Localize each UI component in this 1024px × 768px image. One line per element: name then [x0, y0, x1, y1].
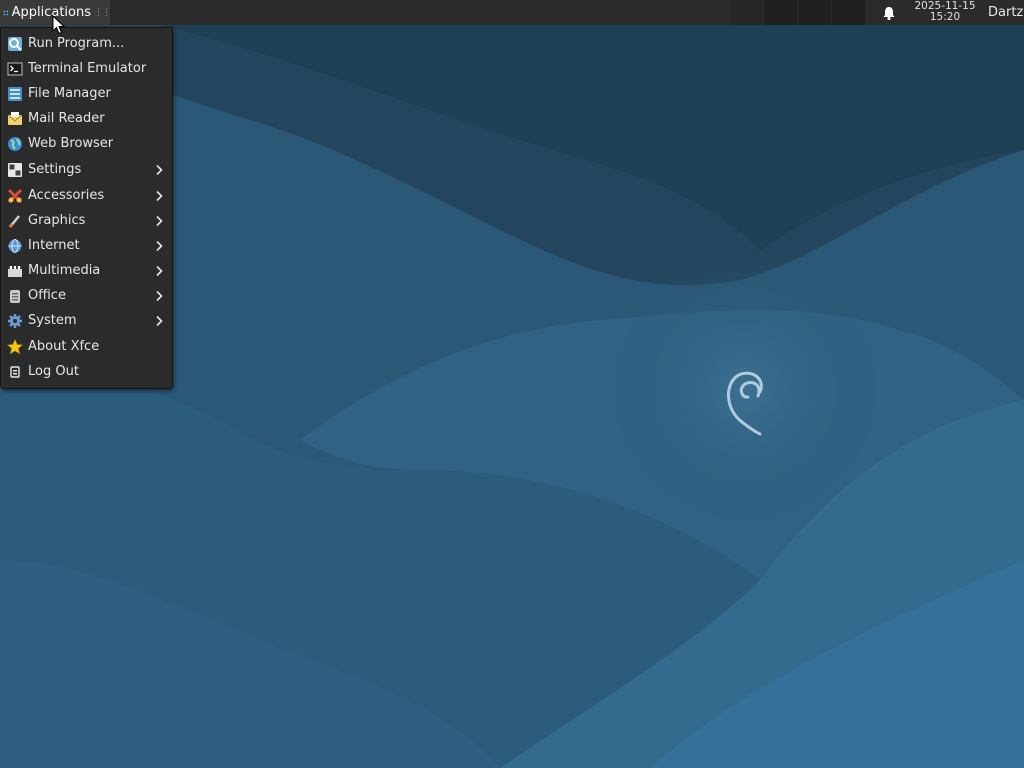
- mouse-cursor-icon: [52, 15, 66, 35]
- top-panel: Applications ⋮⋮ 2025-11-15 15:20 Dartz: [0, 0, 1024, 25]
- web-browser-icon: [8, 136, 22, 151]
- graphics-icon: [8, 214, 20, 228]
- menu-item-graphics[interactable]: Graphics: [1, 208, 172, 233]
- chevron-right-icon: [156, 265, 163, 276]
- internet-icon: [8, 238, 22, 253]
- menu-item-label: Office: [28, 288, 66, 303]
- menu-item-settings[interactable]: Settings: [1, 157, 172, 182]
- menu-item-mail-reader[interactable]: Mail Reader: [1, 106, 172, 131]
- menu-item-label: Graphics: [28, 213, 86, 228]
- chevron-right-icon: [156, 190, 163, 201]
- notification-bell-icon[interactable]: [881, 5, 897, 21]
- star-icon: [7, 338, 23, 354]
- xfce-logo-icon: [3, 10, 9, 15]
- chevron-right-icon: [156, 164, 163, 175]
- multimedia-icon: [8, 265, 22, 277]
- accessories-icon: [7, 188, 23, 203]
- menu-item-label: System: [28, 313, 77, 328]
- chevron-right-icon: [156, 215, 163, 226]
- menu-item-about-xfce[interactable]: About Xfce: [1, 334, 172, 359]
- menu-item-label: About Xfce: [28, 339, 100, 354]
- menu-item-system[interactable]: System: [1, 308, 172, 333]
- menu-item-office[interactable]: Office: [1, 283, 172, 308]
- office-icon: [10, 289, 20, 303]
- applications-menu: Run Program... Terminal Emulator File Ma…: [0, 27, 173, 389]
- menu-item-multimedia[interactable]: Multimedia: [1, 258, 172, 283]
- logout-icon: [10, 365, 20, 378]
- workspace-4[interactable]: [832, 0, 866, 25]
- menu-item-run-program[interactable]: Run Program...: [1, 31, 172, 56]
- menu-item-label: Terminal Emulator: [28, 61, 147, 76]
- menu-item-web-browser[interactable]: Web Browser: [1, 131, 172, 156]
- menu-item-label: Mail Reader: [28, 111, 105, 126]
- menu-item-accessories[interactable]: Accessories: [1, 183, 172, 208]
- mail-icon: [7, 111, 23, 125]
- menu-item-terminal-emulator[interactable]: Terminal Emulator: [1, 56, 172, 81]
- menu-item-log-out[interactable]: Log Out: [1, 359, 172, 384]
- menu-item-label: File Manager: [28, 86, 111, 101]
- settings-icon: [8, 162, 22, 177]
- panel-clock[interactable]: 2025-11-15 15:20: [905, 1, 985, 23]
- chevron-right-icon: [156, 290, 163, 301]
- menu-item-label: Accessories: [28, 188, 105, 203]
- menu-item-label: Web Browser: [28, 136, 114, 151]
- workspace-1[interactable]: [730, 0, 764, 25]
- workspace-3[interactable]: [798, 0, 832, 25]
- chevron-right-icon: [156, 240, 163, 251]
- menu-item-label: Multimedia: [28, 263, 101, 278]
- run-program-icon: [8, 36, 22, 51]
- menu-item-label: Run Program...: [28, 36, 125, 51]
- menu-item-label: Settings: [28, 162, 82, 177]
- workspace-2[interactable]: [764, 0, 798, 25]
- system-icon: [8, 313, 22, 328]
- user-menu[interactable]: Dartz: [988, 5, 1023, 20]
- menu-item-label: Internet: [28, 238, 80, 253]
- menu-item-internet[interactable]: Internet: [1, 233, 172, 258]
- clock-time: 15:20: [929, 11, 961, 23]
- panel-grip-handle[interactable]: ⋮⋮: [94, 8, 111, 18]
- chevron-right-icon: [156, 315, 163, 326]
- file-manager-icon: [8, 86, 22, 101]
- terminal-icon: [7, 62, 23, 75]
- menu-item-file-manager[interactable]: File Manager: [1, 81, 172, 106]
- menu-item-label: Log Out: [28, 364, 79, 379]
